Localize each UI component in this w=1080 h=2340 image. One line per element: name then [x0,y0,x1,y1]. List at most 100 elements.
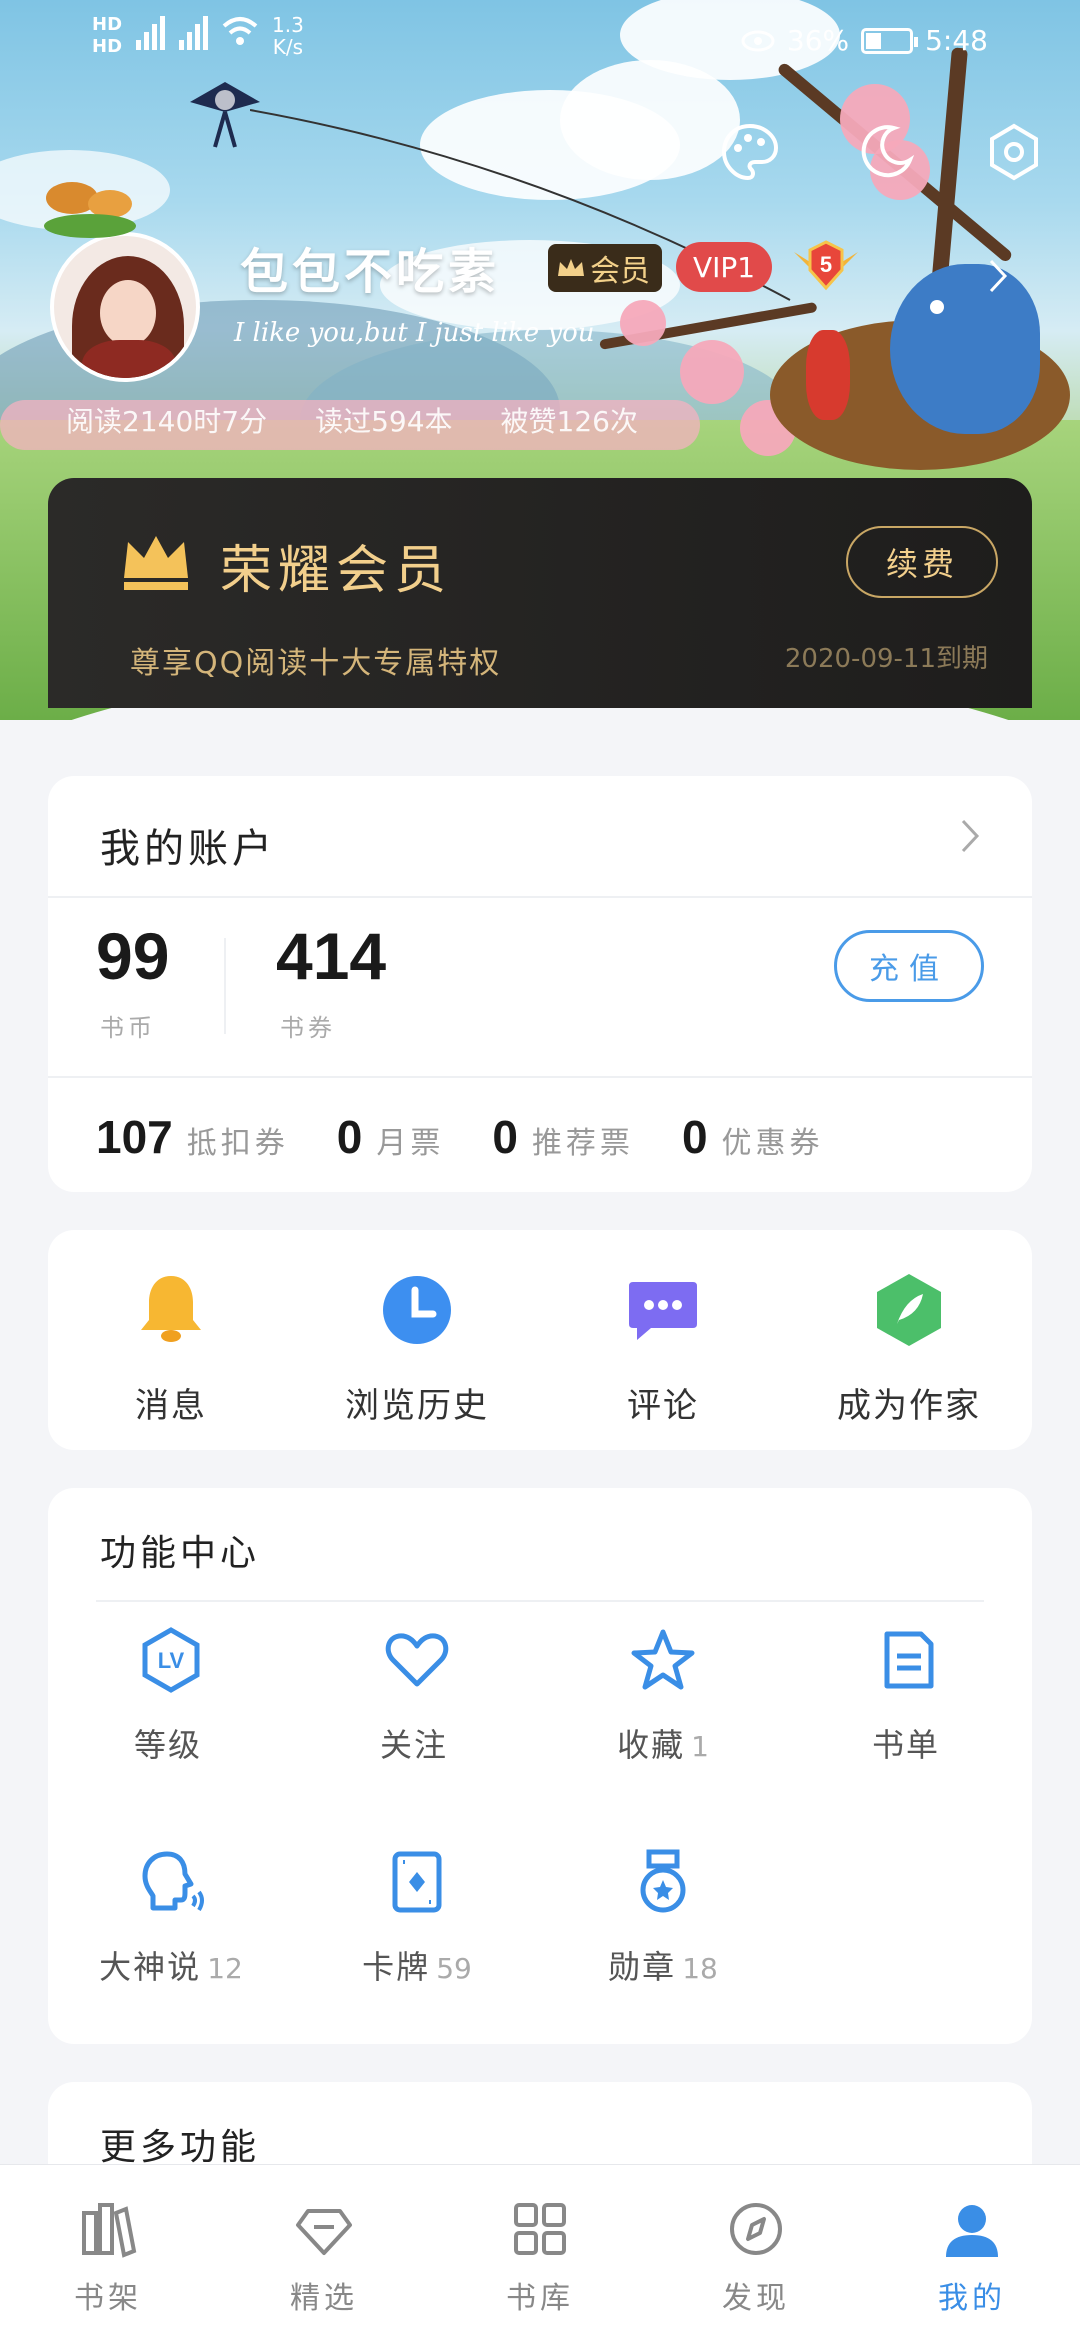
ticket-count: 0 [681,1111,708,1163]
function-item-count: 18 [682,1952,718,1985]
stat-reading-time[interactable]: 阅读2140时7分 [66,400,267,440]
crown-icon [558,259,584,276]
sim2-label: HD [92,36,123,57]
divider [96,1600,984,1602]
quick-item-comments[interactable]: 评论 [540,1270,786,1427]
signal1-icon [136,14,166,50]
ticket-count: 0 [336,1111,363,1163]
ticket-count: 0 [492,1111,518,1163]
username[interactable]: 包包不吃素 [240,232,500,302]
ticket-label: 月票 [376,1126,445,1161]
level-badge[interactable]: 5 [790,238,862,294]
tab-label: 书库 [506,2281,574,2316]
net-speed-unit: K/s [272,35,304,59]
vip-badge[interactable]: 会员 [548,244,662,292]
more-functions-title: 更多功能 [100,2127,261,2168]
quick-item-messages[interactable]: 消息 [48,1270,294,1427]
member-subtitle: 尊享QQ阅读十大专属特权 [130,646,502,681]
coins-label: 书币 [100,1014,156,1042]
status-bar: HD HD 1.3 K/s 36% 5:48 [0,0,1080,90]
recharge-button[interactable]: 充值 [834,930,984,1002]
function-item-label: 收藏 [617,1726,686,1764]
grid-icon [514,2203,566,2255]
reading-stats: 阅读2140时7分 读过594本 被赞126次 [66,400,638,440]
star-icon [631,1629,695,1690]
renew-button[interactable]: 续费 [846,526,998,598]
quick-item-label: 消息 [135,1386,207,1426]
tab-bookshelf[interactable]: 书架 [0,2165,216,2340]
function-item-cards[interactable]: 卡牌 59 [294,1848,540,1988]
function-item-count: 1 [691,1730,709,1763]
divider [48,1076,1032,1078]
coins-value[interactable]: 99 [96,918,169,994]
member-crown-icon [124,536,188,590]
wifi-icon [222,17,258,45]
function-item-medals[interactable]: 勋章 18 [540,1848,786,1988]
bookshelf-icon [82,2203,137,2258]
divider [48,896,1032,898]
stat-likes[interactable]: 被赞126次 [501,400,638,440]
booklist-icon [884,1631,934,1689]
tab-label: 我的 [938,2281,1006,2316]
function-center-title: 功能中心 [100,1533,261,1574]
quick-item-label: 成为作家 [837,1386,981,1426]
tab-library[interactable]: 书库 [432,2165,648,2340]
quick-item-history[interactable]: 浏览历史 [294,1270,540,1427]
stat-books-read[interactable]: 读过594本 [315,400,452,440]
heart-icon [385,1633,449,1687]
member-title: 荣耀会员 [220,541,453,601]
function-item-level[interactable]: LV 等级 [48,1626,294,1766]
function-item-label: 勋章 [608,1948,677,1986]
vouchers-value[interactable]: 414 [276,918,386,994]
function-item-count: 12 [207,1952,243,1985]
night-mode-icon[interactable] [854,120,918,184]
function-center-card: 功能中心 LV 等级 关注 收藏 1 书单 大神说 12 卡牌 59 勋章 18 [48,1488,1032,2044]
function-item-label: 书单 [871,1726,940,1764]
theme-palette-icon[interactable] [718,120,782,184]
function-item-favorites[interactable]: 收藏 1 [540,1626,786,1766]
avatar-frame-decoration [44,182,136,238]
ticket-recommend[interactable]: 0 推荐票 [492,1110,634,1164]
level-icon: LV [142,1627,200,1693]
bird-eye [930,300,944,314]
tab-mine[interactable]: 我的 [864,2165,1080,2340]
tab-featured[interactable]: 精选 [216,2165,432,2340]
clock-icon [383,1276,451,1344]
function-item-count: 59 [436,1952,472,1985]
medal-icon [640,1849,686,1913]
function-item-label: 关注 [379,1726,448,1764]
settings-icon[interactable] [982,120,1046,184]
bottom-tab-bar: 书架 精选 书库 发现 我的 [0,2164,1080,2340]
function-item-master-says[interactable]: 大神说 12 [48,1848,294,1988]
function-item-booklist[interactable]: 书单 [786,1626,1032,1766]
little-figure [806,330,850,420]
ticket-coupon[interactable]: 0 优惠券 [682,1110,824,1164]
account-chevron-right-icon[interactable] [960,818,980,854]
member-expire-date: 2020-09-11到期 [784,644,988,674]
tab-discover[interactable]: 发现 [648,2165,864,2340]
compass-icon [730,2203,782,2255]
quick-item-become-writer[interactable]: 成为作家 [786,1270,1032,1427]
sim1-label: HD [92,14,123,35]
clock-time: 5:48 [925,24,988,57]
ticket-deduction[interactable]: 107 抵扣券 [96,1110,289,1164]
person-icon [946,2205,998,2257]
tab-label: 书架 [74,2281,142,2316]
battery-percent: 36% [786,24,850,57]
user-motto: I like you,but I just like you [234,318,595,348]
function-item-follow[interactable]: 关注 [294,1626,540,1766]
tab-label: 精选 [290,2281,358,2316]
vip-level-badge[interactable]: VIP1 [676,242,772,292]
bell-icon [141,1276,201,1342]
function-item-label: 大神说 [99,1948,202,1986]
account-title[interactable]: 我的账户 [100,816,276,874]
member-card[interactable]: 荣耀会员 续费 尊享QQ阅读十大专属特权 2020-09-11到期 [48,478,1032,708]
ticket-count: 107 [96,1111,173,1163]
ticket-row: 107 抵扣券 0 月票 0 推荐票 0 优惠券 [96,1110,872,1164]
avatar[interactable] [50,232,200,382]
ticket-monthly[interactable]: 0 月票 [337,1110,445,1164]
quick-item-label: 评论 [627,1386,699,1426]
signal2-icon [179,14,209,50]
divider [224,938,226,1034]
profile-chevron-right-icon[interactable] [988,258,1008,294]
